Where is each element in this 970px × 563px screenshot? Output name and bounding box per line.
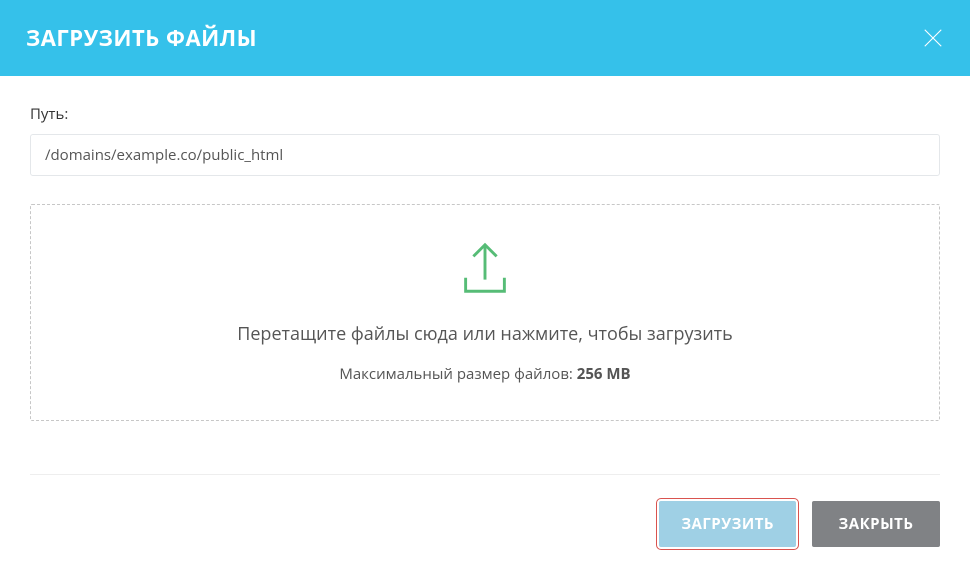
max-size-line: Максимальный размер файлов: 256 MB [51,364,919,384]
path-label: Путь: [30,104,940,124]
modal-header: ЗАГРУЗИТЬ ФАЙЛЫ [0,0,970,76]
upload-icon [454,237,516,304]
modal-title: ЗАГРУЗИТЬ ФАЙЛЫ [26,23,257,53]
close-button[interactable]: ЗАКРЫТЬ [812,501,940,547]
modal-footer: ЗАГРУЗИТЬ ЗАКРЫТЬ [0,475,970,563]
max-size-label: Максимальный размер файлов: [339,364,576,384]
dropzone-text: Перетащите файлы сюда или нажмите, чтобы… [51,322,919,346]
path-input[interactable] [30,134,940,176]
close-icon[interactable] [922,27,944,49]
modal-body: Путь: Перетащите файлы сюда или нажмите,… [0,76,970,448]
file-dropzone[interactable]: Перетащите файлы сюда или нажмите, чтобы… [30,204,940,421]
upload-files-modal: ЗАГРУЗИТЬ ФАЙЛЫ Путь: Перетащите файлы с… [0,0,970,563]
max-size-value: 256 MB [577,364,631,384]
upload-button[interactable]: ЗАГРУЗИТЬ [659,501,796,547]
